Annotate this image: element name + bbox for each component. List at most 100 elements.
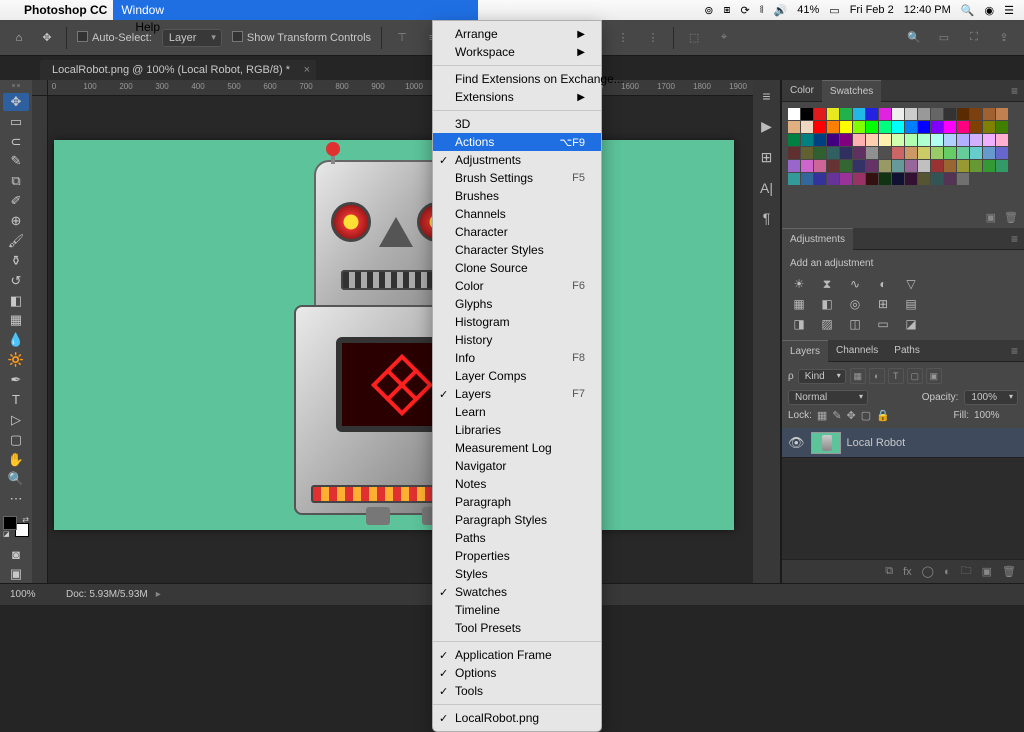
swatch[interactable]: [983, 134, 995, 146]
marquee-tool[interactable]: ▭: [3, 113, 29, 131]
swatch[interactable]: [957, 147, 969, 159]
lock-position-icon[interactable]: ✥: [847, 409, 856, 422]
swatch[interactable]: [996, 134, 1008, 146]
distribute-icon[interactable]: ⋮: [643, 28, 663, 48]
swatch[interactable]: [918, 173, 930, 185]
swatch[interactable]: [866, 134, 878, 146]
lock-transparency-icon[interactable]: ▦: [817, 409, 827, 422]
mask-icon[interactable]: ◯: [922, 565, 934, 578]
swatch[interactable]: [866, 147, 878, 159]
tab-channels[interactable]: Channels: [828, 340, 886, 362]
swatch[interactable]: [944, 147, 956, 159]
swatch[interactable]: [788, 108, 800, 120]
layer-thumbnail[interactable]: [811, 432, 841, 454]
swatch[interactable]: [840, 134, 852, 146]
lock-artboard-icon[interactable]: ▢: [861, 409, 871, 422]
tab-adjustments[interactable]: Adjustments: [782, 228, 853, 250]
visibility-icon[interactable]: 👁: [788, 435, 805, 451]
stamp-tool[interactable]: ⚱: [3, 252, 29, 270]
swatch[interactable]: [840, 160, 852, 172]
zoom-tool[interactable]: 🔍: [3, 471, 29, 489]
swatch[interactable]: [905, 160, 917, 172]
menu-item-color[interactable]: ColorF6: [433, 277, 601, 295]
path-tool[interactable]: ▷: [3, 411, 29, 429]
type-tool[interactable]: T: [3, 391, 29, 409]
swatch[interactable]: [827, 108, 839, 120]
filter-type-icon[interactable]: T: [888, 368, 904, 384]
panel-menu-icon[interactable]: ≡: [1011, 232, 1018, 246]
tab-swatches[interactable]: Swatches: [822, 80, 881, 102]
eraser-tool[interactable]: ◧: [3, 292, 29, 310]
swatch[interactable]: [918, 121, 930, 133]
character-panel-icon[interactable]: A|: [760, 180, 773, 196]
panel-menu-icon[interactable]: ≡: [1011, 84, 1018, 98]
adj-selective-color-icon[interactable]: ◪: [902, 317, 920, 331]
menu-item-tool-presets[interactable]: Tool Presets: [433, 619, 601, 637]
menu-item-history[interactable]: History: [433, 331, 601, 349]
eyedropper-tool[interactable]: ✐: [3, 192, 29, 210]
adj-channel-mixer-icon[interactable]: ⊞: [874, 297, 892, 311]
swatch[interactable]: [957, 121, 969, 133]
actions-panel-icon[interactable]: ▶: [761, 118, 772, 135]
share-icon[interactable]: ⇪: [994, 28, 1014, 48]
swatch[interactable]: [879, 121, 891, 133]
menu-item-brush-settings[interactable]: Brush SettingsF5: [433, 169, 601, 187]
doc-info-menu-icon[interactable]: ▸: [156, 589, 161, 600]
adj-posterize-icon[interactable]: ▨: [818, 317, 836, 331]
quick-select-tool[interactable]: ✎: [3, 153, 29, 171]
spotlight-icon[interactable]: 🔍: [961, 4, 975, 17]
dropbox-icon[interactable]: ⧆: [724, 4, 731, 17]
swatch[interactable]: [827, 134, 839, 146]
home-icon[interactable]: ⌂: [10, 29, 28, 47]
swatch[interactable]: [996, 108, 1008, 120]
swatch[interactable]: [931, 173, 943, 185]
screen-mode-icon[interactable]: ⛶: [964, 28, 984, 48]
menu-help[interactable]: Help: [135, 20, 160, 34]
swatch[interactable]: [788, 147, 800, 159]
swatch[interactable]: [944, 108, 956, 120]
swatch[interactable]: [957, 173, 969, 185]
fx-icon[interactable]: fx: [903, 566, 912, 578]
fill-input[interactable]: 100%: [974, 410, 1018, 421]
panel-menu-icon[interactable]: ≡: [1011, 344, 1018, 358]
lock-all-icon[interactable]: 🔒: [876, 409, 890, 422]
menu-item-arrange[interactable]: Arrange▶: [433, 25, 601, 43]
menu-item-layers[interactable]: LayersF7: [433, 385, 601, 403]
swatch[interactable]: [827, 173, 839, 185]
notification-center-icon[interactable]: ☰: [1004, 4, 1014, 17]
menu-item-navigator[interactable]: Navigator: [433, 457, 601, 475]
filter-adjustment-icon[interactable]: ◐: [869, 368, 885, 384]
swatch[interactable]: [853, 173, 865, 185]
menu-item-styles[interactable]: Styles: [433, 565, 601, 583]
menu-item-clone-source[interactable]: Clone Source: [433, 259, 601, 277]
swatch[interactable]: [931, 108, 943, 120]
swatch[interactable]: [918, 160, 930, 172]
adj-brightness-icon[interactable]: ☀: [790, 277, 808, 291]
swatch[interactable]: [814, 121, 826, 133]
adj-exposure-icon[interactable]: ◐: [874, 277, 892, 291]
swatch[interactable]: [866, 173, 878, 185]
swatch[interactable]: [814, 147, 826, 159]
swatch[interactable]: [853, 134, 865, 146]
swatch[interactable]: [801, 173, 813, 185]
menu-item-options[interactable]: Options: [433, 664, 601, 682]
swatch[interactable]: [788, 173, 800, 185]
menu-item-properties[interactable]: Properties: [433, 547, 601, 565]
menu-item-glyphs[interactable]: Glyphs: [433, 295, 601, 313]
blend-mode-dropdown[interactable]: Normal: [788, 390, 868, 405]
new-swatch-icon[interactable]: ▣: [986, 211, 996, 224]
swatch[interactable]: [840, 173, 852, 185]
ruler-horizontal[interactable]: 0100200300400500600700800900100011001200…: [48, 80, 753, 96]
menu-item-layer-comps[interactable]: Layer Comps: [433, 367, 601, 385]
ruler-vertical[interactable]: [32, 96, 48, 583]
swatch[interactable]: [814, 173, 826, 185]
menu-item-actions[interactable]: Actions⌥F9: [433, 133, 601, 151]
swatch[interactable]: [866, 108, 878, 120]
swatch[interactable]: [801, 147, 813, 159]
adj-curves-icon[interactable]: ∿: [846, 277, 864, 291]
menubar-date[interactable]: Fri Feb 2: [850, 4, 894, 16]
swatch[interactable]: [905, 108, 917, 120]
menu-item-localrobot-png[interactable]: LocalRobot.png: [433, 709, 601, 727]
brush-tool[interactable]: 🖌: [3, 232, 29, 250]
swatch[interactable]: [879, 108, 891, 120]
